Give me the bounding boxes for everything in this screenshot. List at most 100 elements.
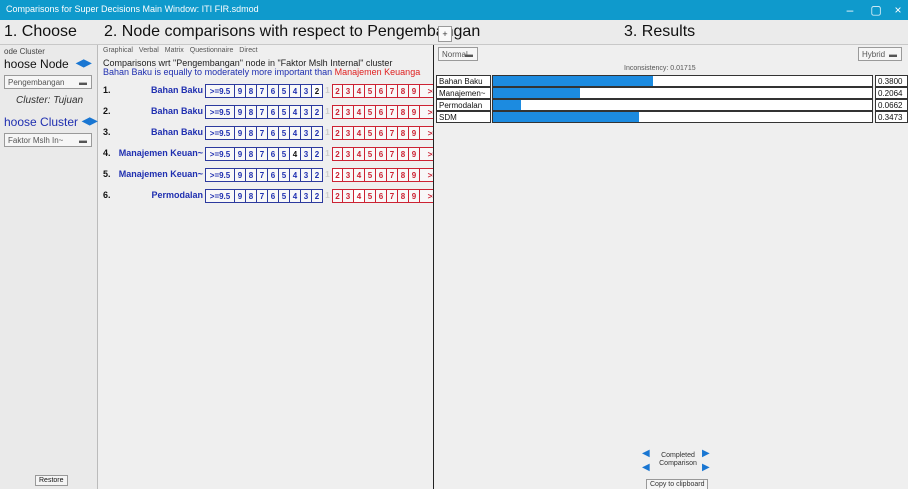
scale-cell-right[interactable]: 6 <box>376 126 387 140</box>
scale-cell-left[interactable]: 2 <box>312 84 323 98</box>
scale-cell-left[interactable]: 9 <box>235 126 246 140</box>
copy-to-clipboard-button[interactable]: Copy to clipboard <box>646 479 709 489</box>
scale-cell-left[interactable]: >=9.5 <box>205 168 235 182</box>
scale-cell-right[interactable]: 6 <box>376 147 387 161</box>
scale-cell-right[interactable]: 4 <box>354 147 365 161</box>
scale-cell-left[interactable]: 8 <box>246 189 257 203</box>
scale-cell-center[interactable]: 1 <box>323 105 332 119</box>
scale-cell-right[interactable]: 8 <box>398 84 409 98</box>
scale-cell-right[interactable]: 4 <box>354 189 365 203</box>
scale-cell-left[interactable]: 3 <box>301 147 312 161</box>
scale-cell-right[interactable]: >=9 <box>420 105 433 119</box>
scale-cell-right[interactable]: 6 <box>376 189 387 203</box>
scale-cell-left[interactable]: 3 <box>301 126 312 140</box>
scale-cell-left[interactable]: 4 <box>290 168 301 182</box>
scale-cell-left[interactable]: 7 <box>257 84 268 98</box>
scale-cell-right[interactable]: 4 <box>354 168 365 182</box>
scale-cell-right[interactable]: 8 <box>398 168 409 182</box>
close-button[interactable]: × <box>884 0 908 20</box>
scale-cell-center[interactable]: 1 <box>323 84 332 98</box>
scale-cell-right[interactable]: >=9 <box>420 147 433 161</box>
scale-cell-right[interactable]: 2 <box>332 168 343 182</box>
arrow-down-right-icon[interactable]: ▶ <box>702 463 714 473</box>
completed-comparison-button[interactable]: ◀ ◀ Completed Comparison ▶ ▶ <box>638 447 718 477</box>
scale-cell-left[interactable]: 6 <box>268 126 279 140</box>
scale-cell-left[interactable]: 9 <box>235 84 246 98</box>
tab-graphical[interactable]: Graphical <box>103 47 133 54</box>
scale-cell-left[interactable]: 9 <box>235 168 246 182</box>
scale-cell-left[interactable]: 8 <box>246 147 257 161</box>
minimize-button[interactable]: ‒ <box>836 0 864 20</box>
scale-cell-left[interactable]: 5 <box>279 147 290 161</box>
scale-cell-right[interactable]: 7 <box>387 84 398 98</box>
scale-cell-right[interactable]: >=9 <box>420 84 433 98</box>
scale-cell-right[interactable]: 2 <box>332 189 343 203</box>
scale-cell-right[interactable]: 2 <box>332 126 343 140</box>
scale-cell-right[interactable]: 3 <box>343 147 354 161</box>
scale-cell-left[interactable]: 2 <box>312 147 323 161</box>
scale-cell-left[interactable]: 3 <box>301 168 312 182</box>
header-expand-button[interactable]: + <box>438 26 452 42</box>
scale-cell-right[interactable]: 4 <box>354 126 365 140</box>
scale-cell-right[interactable]: 9 <box>409 189 420 203</box>
scale-cell-left[interactable]: 4 <box>290 105 301 119</box>
scale-cell-left[interactable]: >=9.5 <box>205 126 235 140</box>
scale-cell-left[interactable]: 2 <box>312 126 323 140</box>
scale-cell-right[interactable]: 9 <box>409 168 420 182</box>
scale-cell-left[interactable]: 3 <box>301 189 312 203</box>
scale-cell-right[interactable]: 2 <box>332 147 343 161</box>
scale-cell-right[interactable]: 7 <box>387 147 398 161</box>
scale-cell-right[interactable]: 3 <box>343 84 354 98</box>
scale-cell-right[interactable]: 7 <box>387 105 398 119</box>
scale-cell-left[interactable]: 8 <box>246 105 257 119</box>
scale-cell-left[interactable]: 2 <box>312 168 323 182</box>
scale-cell-right[interactable]: 8 <box>398 105 409 119</box>
scale-cell-right[interactable]: >=9 <box>420 126 433 140</box>
arrow-up-left-icon[interactable]: ◀ <box>642 449 654 459</box>
scale-cell-left[interactable]: 5 <box>279 189 290 203</box>
scale-cell-left[interactable]: 5 <box>279 84 290 98</box>
scale-cell-left[interactable]: 2 <box>312 189 323 203</box>
scale-cell-left[interactable]: 8 <box>246 126 257 140</box>
scale-cell-right[interactable]: 9 <box>409 147 420 161</box>
scale-cell-left[interactable]: 4 <box>290 84 301 98</box>
tab-questionnaire[interactable]: Questionnaire <box>190 47 234 54</box>
scale-cell-left[interactable]: >=9.5 <box>205 189 235 203</box>
scale-cell-right[interactable]: 3 <box>343 189 354 203</box>
scale-cell-right[interactable]: 7 <box>387 189 398 203</box>
cluster-select[interactable]: Faktor Mslh In~ ▬ <box>4 133 92 147</box>
scale-cell-right[interactable]: 4 <box>354 84 365 98</box>
scale-cell-left[interactable]: 4 <box>290 126 301 140</box>
scale-cell-left[interactable]: 7 <box>257 189 268 203</box>
scale-cell-right[interactable]: 4 <box>354 105 365 119</box>
scale-cell-right[interactable]: 7 <box>387 126 398 140</box>
scale-cell-right[interactable]: 6 <box>376 84 387 98</box>
scale-cell-left[interactable]: 6 <box>268 147 279 161</box>
scale-cell-right[interactable]: 5 <box>365 105 376 119</box>
scale-cell-left[interactable]: 8 <box>246 168 257 182</box>
scale-cell-left[interactable]: 7 <box>257 147 268 161</box>
scale-cell-right[interactable]: 5 <box>365 147 376 161</box>
scale-cell-right[interactable]: 8 <box>398 126 409 140</box>
scale-cell-left[interactable]: 9 <box>235 189 246 203</box>
scale-cell-right[interactable]: 5 <box>365 84 376 98</box>
scale-cell-right[interactable]: 9 <box>409 126 420 140</box>
scale-cell-right[interactable]: 8 <box>398 189 409 203</box>
scale-cell-left[interactable]: 7 <box>257 105 268 119</box>
scale-cell-left[interactable]: 5 <box>279 168 290 182</box>
scale-cell-right[interactable]: >=9 <box>420 168 433 182</box>
scale-cell-left[interactable]: 7 <box>257 168 268 182</box>
scale-cell-right[interactable]: 9 <box>409 84 420 98</box>
arrow-down-left-icon[interactable]: ◀ <box>642 463 654 473</box>
scale-cell-left[interactable]: 5 <box>279 105 290 119</box>
scale-cell-right[interactable]: 3 <box>343 105 354 119</box>
scale-cell-left[interactable]: >=9.5 <box>205 84 235 98</box>
scale-cell-right[interactable]: 3 <box>343 126 354 140</box>
scale-cell-left[interactable]: 9 <box>235 105 246 119</box>
tab-direct[interactable]: Direct <box>239 47 257 54</box>
scale-cell-left[interactable]: 4 <box>290 147 301 161</box>
choose-node-arrows-icon[interactable]: ◀▶ <box>76 58 91 69</box>
scale-cell-right[interactable]: 6 <box>376 105 387 119</box>
scale-cell-left[interactable]: 8 <box>246 84 257 98</box>
scale-cell-center[interactable]: 1 <box>323 147 332 161</box>
